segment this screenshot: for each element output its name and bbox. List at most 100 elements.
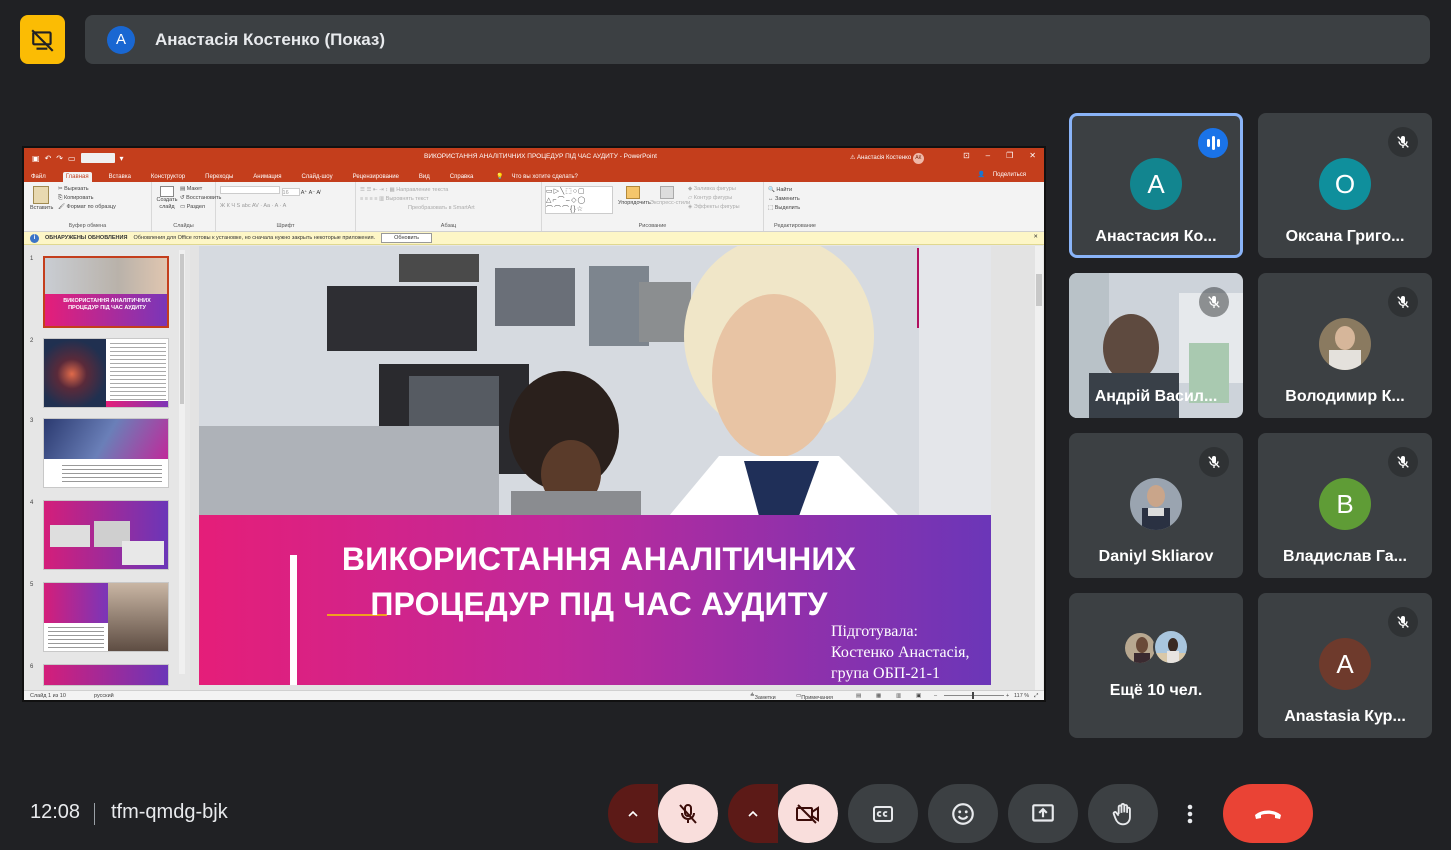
tab-transitions[interactable]: Переходы <box>202 172 236 182</box>
participant-tile[interactable]: В Владислав Га... <box>1258 433 1432 578</box>
replace-button[interactable]: ↔ Заменить <box>768 195 822 204</box>
slide-thumbnail-4[interactable] <box>43 500 169 570</box>
customize-qat-icon[interactable]: ▾ <box>120 154 124 163</box>
clear-format-icon[interactable]: A̸ <box>316 190 320 196</box>
font-size-box[interactable]: 16 <box>281 188 300 196</box>
view-reading-icon[interactable]: ▥ <box>896 693 901 699</box>
zoom-in-icon[interactable]: + <box>1006 693 1009 699</box>
select-button[interactable]: ⬚ Выделить <box>768 204 822 213</box>
tab-design[interactable]: Конструктор <box>148 172 188 182</box>
raise-hand-button[interactable] <box>1088 784 1158 843</box>
find-label: Найти <box>776 187 793 193</box>
present-now-button[interactable] <box>1008 784 1078 843</box>
view-sorter-icon[interactable]: ▦ <box>876 693 881 699</box>
shape-fill-button[interactable]: ◆ Заливка фигуры <box>688 185 740 194</box>
slide-scrollbar[interactable] <box>1035 246 1043 690</box>
view-normal-icon[interactable]: ▤ <box>856 693 861 699</box>
participant-tile[interactable]: Daniyl Skliarov <box>1069 433 1243 578</box>
thumbnails-scrollbar[interactable] <box>179 250 185 674</box>
presenter-banner: A Анастасія Костенко (Показ) <box>85 15 1430 64</box>
zoom-level[interactable]: 117 % <box>1014 693 1029 699</box>
align-buttons[interactable]: ≡ ≡ ≡ ≡ ▥ Выровнять текст <box>360 195 537 204</box>
participant-tile[interactable]: Андрій Васил... <box>1069 273 1243 418</box>
camera-toggle-button[interactable] <box>778 784 838 843</box>
presenting-indicator-button[interactable] <box>20 15 65 64</box>
slide-canvas[interactable]: ВИКОРИСТАННЯ АНАЛІТИЧНИХ ПРОЦЕДУР ПІД ЧА… <box>199 246 991 690</box>
shapes-gallery[interactable]: ▭▷╲⬚○▢ △⌐⌒⌢◇◯ ⌒⌒⌒{}☆ <box>545 186 613 214</box>
participant-tile[interactable]: A Anastasia Кур... <box>1258 593 1432 738</box>
zoom-slider[interactable] <box>944 695 1004 696</box>
new-slide-button[interactable]: Создать слайд <box>156 186 178 211</box>
share-button[interactable]: 👤 Поделиться <box>972 169 1032 180</box>
participant-photo <box>1319 318 1371 370</box>
copy-button[interactable]: ⎘ Копировать <box>58 194 116 203</box>
presenter-view-icon[interactable]: ▭ <box>68 154 76 163</box>
thumb-number: 1 <box>30 256 34 262</box>
grow-font-icon[interactable]: A⁺ <box>301 190 308 196</box>
ribbon-display-icon[interactable]: ⊡ <box>963 151 970 160</box>
mini-avatar <box>1123 631 1157 665</box>
participant-tile[interactable]: О Оксана Григо... <box>1258 113 1432 258</box>
captions-button[interactable] <box>848 784 918 843</box>
tab-home[interactable]: Главная <box>62 172 92 182</box>
participant-tile[interactable]: A Анастасия Ко... <box>1069 113 1243 258</box>
tab-animations[interactable]: Анимация <box>250 172 284 182</box>
mic-toggle-button[interactable] <box>658 784 718 843</box>
reactions-button[interactable] <box>928 784 998 843</box>
redo-icon[interactable]: ↷ <box>56 154 63 163</box>
camera-options-button[interactable] <box>728 784 778 843</box>
shrink-font-icon[interactable]: A⁻ <box>309 190 316 196</box>
list-buttons[interactable]: ☰ ☰ ⇤ ⇥ ↕ ▦ Направление текста <box>360 186 537 195</box>
tab-insert[interactable]: Вставка <box>106 172 134 182</box>
shape-effects-button[interactable]: ◈ Эффекты фигуры <box>688 203 740 212</box>
arrange-button[interactable]: Упорядочить <box>618 186 651 208</box>
slide-thumbnail-6[interactable] <box>43 664 169 686</box>
format-painter-button[interactable]: 🖌 Формат по образцу <box>58 203 116 212</box>
zoom-out-icon[interactable]: – <box>934 693 937 699</box>
close-icon[interactable]: ✕ <box>1029 151 1036 160</box>
save-icon[interactable]: ▣ <box>32 154 40 163</box>
font-family-box[interactable] <box>220 186 280 194</box>
update-button[interactable]: Обновить <box>381 233 432 243</box>
shape-outline-button[interactable]: ▱ Контур фигуры <box>688 194 740 203</box>
tell-me-search[interactable]: 💡 Что вы хотите сделать? <box>490 171 583 182</box>
leave-call-button[interactable] <box>1223 784 1313 843</box>
find-button[interactable]: 🔍 Найти <box>768 186 822 195</box>
participant-photo <box>1130 478 1182 530</box>
slide-thumbnail-3[interactable] <box>43 418 169 488</box>
tab-help[interactable]: Справка <box>447 172 477 182</box>
quick-styles-button[interactable]: Экспресс-стили <box>650 186 690 208</box>
slide-scroll-knob[interactable] <box>1036 274 1042 306</box>
more-options-button[interactable] <box>1168 784 1212 843</box>
slide-thumbnail-1[interactable]: ВИКОРИСТАННЯ АНАЛІТИЧНИХ ПРОЦЕДУР ПІД ЧА… <box>43 256 169 328</box>
qat-font-box[interactable] <box>80 153 115 163</box>
thumbnails-scroll-knob[interactable] <box>180 254 184 404</box>
more-participants-tile[interactable]: Ещё 10 чел. <box>1069 593 1243 738</box>
clipboard-group-label: Буфер обмена <box>68 223 107 229</box>
undo-icon[interactable]: ↶ <box>45 154 52 163</box>
view-slideshow-icon[interactable]: ▣ <box>916 693 921 699</box>
mic-options-button[interactable] <box>608 784 658 843</box>
smartart-button[interactable]: Преобразовать в SmartArt <box>360 204 537 213</box>
paste-button[interactable]: Вставить <box>30 186 53 213</box>
font-format-buttons[interactable]: Ж К Ч S abc AV · Aa · A · A <box>220 202 351 211</box>
tab-review[interactable]: Рецензирование <box>350 172 402 182</box>
slide-thumbnail-5[interactable] <box>43 582 169 652</box>
close-notification-icon[interactable]: ✕ <box>1033 234 1038 240</box>
zoom-slider-thumb[interactable] <box>972 692 974 699</box>
fit-slide-icon[interactable]: ⤢ <box>1034 693 1038 700</box>
notes-button[interactable]: ≙ Заметки <box>750 693 776 700</box>
minimize-icon[interactable]: – <box>986 151 990 160</box>
meeting-code[interactable]: tfm-qmdg-bjk <box>111 801 228 824</box>
comments-button[interactable]: ▭ Примечания <box>796 693 833 700</box>
participant-tile[interactable]: Володимир К... <box>1258 273 1432 418</box>
tab-slideshow[interactable]: Слайд-шоу <box>298 172 335 182</box>
cut-button[interactable]: ✂ Вырезать <box>58 185 116 194</box>
replace-label: Заменить <box>775 196 800 202</box>
tab-file[interactable]: Файл <box>28 172 49 182</box>
tab-view[interactable]: Вид <box>416 172 433 182</box>
maximize-icon[interactable]: ❐ <box>1006 151 1013 160</box>
slide-subtitle: Підготувала: Костенко Анастасія, група О… <box>831 621 970 684</box>
mic-off-icon <box>1388 287 1418 317</box>
slide-thumbnail-2[interactable] <box>43 338 169 408</box>
